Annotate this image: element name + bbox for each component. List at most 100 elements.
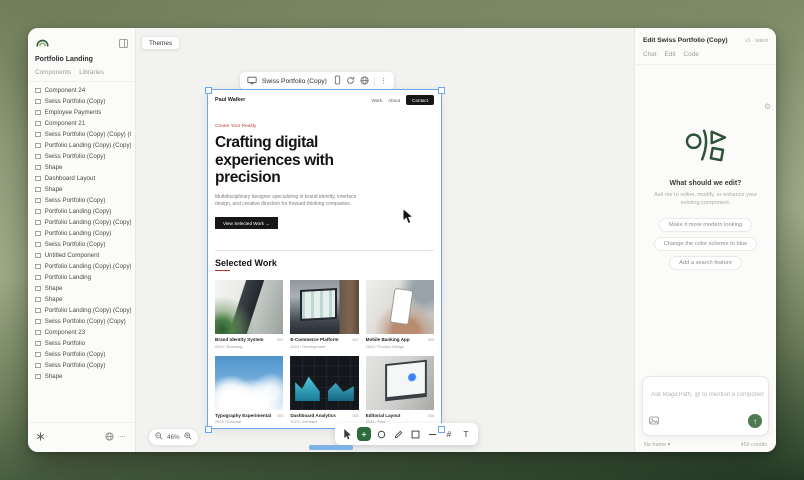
themes-button[interactable]: Themes: [141, 36, 180, 50]
sidebar-item[interactable]: Portfolio Landing (Copy): [32, 228, 131, 239]
project-grid: Brand Identity System 001 2024 / Brandin…: [215, 280, 434, 424]
share-globe-icon[interactable]: [360, 72, 369, 90]
sidebar-item[interactable]: Portfolio Landing (Copy) (Copy) (Copy): [32, 217, 131, 228]
component-icon: [35, 176, 41, 182]
sidebar-item-label: Portfolio Landing (Copy) (Copy) (Copy): [45, 219, 131, 226]
sidebar-item[interactable]: Swiss Portfolio (Copy): [32, 195, 131, 206]
gear-icon[interactable]: ⚙: [764, 102, 771, 111]
design-frame[interactable]: Paul Walker Work About Contact Create You…: [208, 90, 441, 428]
sidebar-item[interactable]: Shape: [32, 371, 131, 382]
sidebar-item[interactable]: Swiss Portfolio (Copy): [32, 349, 131, 360]
sidebar-tab[interactable]: Components: [35, 69, 71, 78]
component-icon: [35, 121, 41, 127]
project-card[interactable]: Editorial Layout 006 2024 / Print: [366, 356, 434, 425]
project-meta: 2024 / Editorial: [215, 419, 283, 424]
frame-tool-icon[interactable]: [408, 427, 422, 441]
sidebar-tab[interactable]: Libraries: [79, 69, 104, 78]
pencil-tool-icon[interactable]: [391, 427, 405, 441]
phone-icon[interactable]: [334, 72, 341, 90]
sidebar-item[interactable]: Shape: [32, 184, 131, 195]
sidebar-item[interactable]: Component 23: [32, 327, 131, 338]
assistant-tab[interactable]: Edit: [665, 51, 676, 60]
sidebar-item[interactable]: Component 24: [32, 85, 131, 96]
sidebar-item[interactable]: Component 21: [32, 118, 131, 129]
collapse-sidebar-icon[interactable]: [119, 35, 128, 53]
frame-selector[interactable]: No frame ▾: [644, 442, 670, 448]
selection-handle-bottom-right[interactable]: [438, 426, 445, 433]
assistant-tab[interactable]: Code: [684, 51, 699, 60]
design-brand: Paul Walker: [215, 97, 245, 103]
line-tool-icon[interactable]: [425, 427, 439, 441]
send-button[interactable]: ↑: [748, 414, 762, 428]
asterisk-icon[interactable]: [36, 428, 45, 446]
sidebar-item[interactable]: Swiss Portfolio: [32, 338, 131, 349]
sidebar-item[interactable]: Portfolio Landing (Copy) (Copy): [32, 261, 131, 272]
zoom-level[interactable]: 46%: [167, 434, 180, 441]
project-meta: 2024 / Development: [290, 344, 358, 349]
hero-cta-button[interactable]: View Selected Work →: [215, 217, 278, 229]
selection-handle-bottom-left[interactable]: [205, 426, 212, 433]
assistant-tab[interactable]: Chat: [643, 51, 657, 60]
sidebar-item[interactable]: Swiss Portfolio (Copy): [32, 96, 131, 107]
project-card[interactable]: Typography Experimental 004 2024 / Edito…: [215, 356, 283, 425]
select-tool-icon[interactable]: [340, 427, 354, 441]
text-tool-icon[interactable]: T: [459, 427, 473, 441]
sidebar-item-label: Dashboard Layout: [45, 175, 96, 182]
sidebar-item-label: Portfolio Landing (Copy): [45, 208, 112, 215]
project-card[interactable]: Brand Identity System 001 2024 / Brandin…: [215, 280, 283, 349]
shapes-tool-icon[interactable]: [374, 427, 388, 441]
sidebar-item[interactable]: Swiss Portfolio (Copy) (Copy): [32, 316, 131, 327]
sidebar-item[interactable]: Untitled Component: [32, 250, 131, 261]
project-thumbnail: [215, 280, 283, 334]
project-number: 006: [428, 414, 434, 418]
project-card[interactable]: Dashboard Analytics 005 2024 / Interface: [290, 356, 358, 425]
project-title: E-Commerce Platform: [290, 337, 338, 342]
sidebar-item[interactable]: Swiss Portfolio (Copy): [32, 239, 131, 250]
prompt-input[interactable]: [649, 391, 766, 399]
globe-icon[interactable]: [105, 428, 114, 446]
suggestion-pill[interactable]: Make it more modern looking: [659, 218, 752, 232]
project-card[interactable]: E-Commerce Platform 002 2024 / Developme…: [290, 280, 358, 349]
chevron-down-icon: ▾: [668, 442, 671, 448]
sidebar-item[interactable]: Portfolio Landing (Copy): [32, 206, 131, 217]
design-nav-link[interactable]: Work: [372, 98, 383, 103]
zoom-out-icon[interactable]: [155, 432, 163, 442]
desktop-icon[interactable]: [247, 72, 257, 90]
sidebar-item[interactable]: Swiss Portfolio (Copy): [32, 151, 131, 162]
project-card[interactable]: Mobile Banking App 003 2024 / Product De…: [366, 280, 434, 349]
sidebar-item[interactable]: Swiss Portfolio (Copy) (Copy) (Copy): [32, 129, 131, 140]
empty-state-heading: What should we edit?: [670, 180, 742, 187]
suggestion-pill[interactable]: Change the color scheme to blue: [654, 237, 757, 251]
sidebar-item-label: Swiss Portfolio (Copy): [45, 241, 106, 248]
selection-handle-top-right[interactable]: [438, 87, 445, 94]
sidebar-item[interactable]: Swiss Portfolio (Copy): [32, 360, 131, 371]
more-options-icon[interactable]: ⋯: [119, 433, 127, 441]
hero-eyebrow: Create Your Reality: [215, 124, 434, 129]
frame-menu-icon[interactable]: ⋮: [380, 77, 387, 85]
component-icon: [35, 275, 41, 281]
attach-image-icon[interactable]: [649, 412, 659, 430]
sidebar-item[interactable]: Portfolio Landing (Copy) (Copy): [32, 305, 131, 316]
canvas[interactable]: Themes Swiss Portfolio (Copy) ⋮: [136, 28, 634, 452]
selection-handle-top-left[interactable]: [205, 87, 212, 94]
sidebar-item[interactable]: Employee Payments: [32, 107, 131, 118]
design-nav-link[interactable]: About: [388, 98, 400, 103]
sidebar-item[interactable]: Shape: [32, 294, 131, 305]
sidebar-item[interactable]: Shape: [32, 283, 131, 294]
design-contact-button[interactable]: Contact: [406, 95, 434, 105]
heading-accent-rule: [215, 270, 230, 272]
zoom-control: 46%: [148, 428, 199, 446]
sidebar-item[interactable]: Shape: [32, 162, 131, 173]
refresh-icon[interactable]: [346, 72, 355, 90]
prompt-composer: ↑: [642, 376, 769, 436]
sidebar-item-label: Swiss Portfolio: [45, 340, 86, 347]
sidebar-item-label: Swiss Portfolio (Copy) (Copy): [45, 318, 126, 325]
sidebar-item-label: Swiss Portfolio (Copy): [45, 197, 106, 204]
sidebar-item-label: Portfolio Landing (Copy) (Copy) (Copy): [45, 142, 131, 149]
sidebar-item[interactable]: Dashboard Layout: [32, 173, 131, 184]
add-component-tool-icon[interactable]: +: [357, 427, 371, 441]
sidebar-item[interactable]: Portfolio Landing: [32, 272, 131, 283]
suggestion-pill[interactable]: Add a search feature: [669, 256, 742, 270]
zoom-in-icon[interactable]: [184, 432, 192, 442]
sidebar-item[interactable]: Portfolio Landing (Copy) (Copy) (Copy): [32, 140, 131, 151]
